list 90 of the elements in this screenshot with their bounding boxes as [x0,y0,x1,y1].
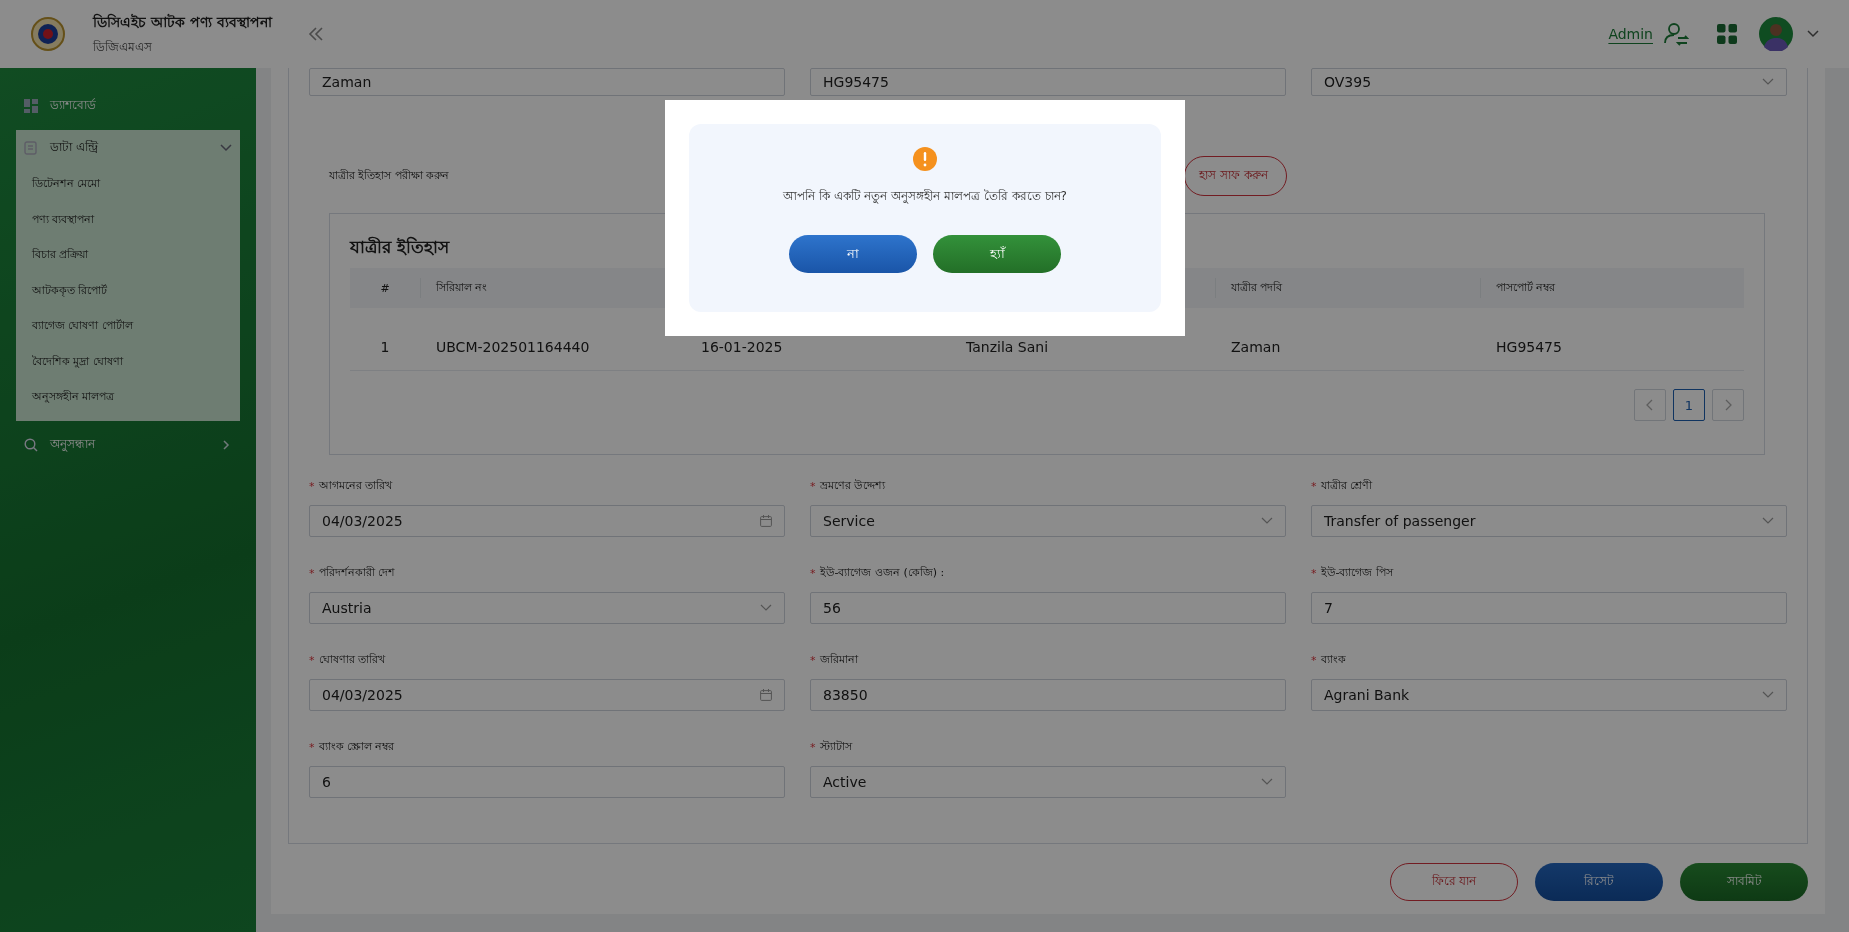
required-mark: * [810,479,816,493]
dialog-message: আপনি কি একটি নতুন অনুসঙ্গহীন মালপত্র তৈরি করতে চান? [783,188,1067,206]
dropdown-icon [1762,517,1774,525]
column-header: # [380,281,390,295]
input-field[interactable]: 7 [1311,592,1787,624]
action-button[interactable]: ফিরে যান [1390,863,1518,901]
required-mark: * [309,566,315,580]
required-mark: * [810,740,816,754]
caret-icon[interactable] [1807,30,1819,38]
sidebar-subitem[interactable]: ব্যাগেজ ঘোষণা পোর্টাল [16,308,133,344]
sidebar-item[interactable]: অনুসন্ধান [0,426,256,463]
table-cell: 16-01-2025 [701,339,783,355]
input-field[interactable]: OV395 [1311,68,1787,96]
dashboard-icon [24,99,38,113]
action-button[interactable]: রিসেট [1535,863,1663,901]
search-icon [24,437,38,452]
field-label: * ভ্রমণের উদ্দেশ্য [810,477,885,495]
sidebar-subitem[interactable]: অনুসঙ্গহীন মালপত্র [16,379,115,415]
input-field[interactable]: 6 [309,766,785,798]
input-field[interactable]: Active [810,766,1286,798]
sidebar-subitem[interactable]: বিচার প্রক্রিয়া [16,237,89,273]
input-field[interactable]: Service [810,505,1286,537]
dropdown-icon [1762,691,1774,699]
action-button[interactable]: সাবমিট [1680,863,1808,901]
calendar-icon [760,515,772,527]
dropdown-icon [760,604,772,612]
avatar[interactable] [1759,17,1793,51]
page-button[interactable]: 1 [1673,389,1705,421]
table-cell: HG95475 [1496,339,1562,355]
sidebar-subitem[interactable]: বৈদেশিক মুদ্রা ঘোষণা [16,343,123,379]
app-subtitle: ডিজিএমএস [93,38,153,56]
required-mark: * [1311,479,1317,493]
sidebar-item[interactable]: ড্যাশবোর্ড [0,88,256,124]
history-check-label: যাত্রীর ইতিহাস পরীক্ষা করুন [329,167,450,184]
sidebar-subitem[interactable]: ডিটেনশন মেমো [16,166,101,202]
dropdown-icon [1261,517,1273,525]
required-mark: * [309,740,315,754]
dialog-button[interactable]: না [789,235,917,273]
table-cell: 1 [380,339,390,355]
field-label: * আগমনের তারিখ [309,477,392,495]
input-field[interactable]: 04/03/2025 [309,505,785,537]
column-header: সিরিয়াল নং [436,279,488,296]
switch-user-icon[interactable] [1663,21,1689,47]
warning-icon [913,147,937,171]
required-mark: * [810,653,816,667]
required-mark: * [1311,566,1317,580]
field-label: * স্ট্যাটাস [810,738,852,756]
field-label: * ইউ-ব্যাগেজ পিস [1311,564,1393,582]
user-link[interactable]: Admin [1608,26,1653,42]
field-label: * ব্যাংক [1311,651,1346,669]
input-field[interactable]: 04/03/2025 [309,679,785,711]
required-mark: * [309,479,315,493]
table-cell: Zaman [1231,339,1281,355]
apps-grid-icon[interactable] [1717,24,1737,44]
history-title: যাত্রীর ইতিহাস [350,235,449,258]
input-field[interactable]: Austria [309,592,785,624]
field-label: * ব্যাংক স্ক্রোল নম্বর [309,738,395,756]
collapse-icon[interactable] [307,27,324,41]
column-header: পাসপোর্ট নম্বর [1496,279,1556,296]
chevron-left-icon [1646,399,1654,411]
clear-history-button[interactable]: হাস সাফ করুন [1184,156,1287,196]
field-label: * ঘোষণার তারিখ [309,651,385,669]
input-field[interactable]: 83850 [810,679,1286,711]
column-header: যাত্রীর পদবি [1231,279,1283,296]
app-title: ডিসিএইচ আটক পণ্য ব্যবস্থাপনা [93,12,272,32]
required-mark: * [1311,653,1317,667]
sidebar-subitem[interactable]: আটককৃত রিপোর্ট [16,272,108,308]
input-field[interactable]: HG95475 [810,68,1286,96]
field-label: * ইউ-ব্যাগেজ ওজন (কেজি) : [810,564,945,582]
field-label: * পরিদর্শনকারী দেশ [309,564,395,582]
input-field[interactable]: Transfer of passenger [1311,505,1787,537]
input-field[interactable]: 56 [810,592,1286,624]
sidebar-item[interactable]: ডাটা এন্ট্রি [16,130,240,166]
dialog-button[interactable]: হ্যাঁ [933,235,1061,273]
chevron-right-icon [1724,399,1732,411]
input-field[interactable]: Agrani Bank [1311,679,1787,711]
input-field[interactable]: Zaman [309,68,785,96]
notes-icon [24,141,38,155]
calendar-icon [760,689,772,701]
chevron-icon [220,144,232,152]
field-label: * যাত্রীর শ্রেণী [1311,477,1372,495]
table-cell: Tanzila Sani [966,339,1049,355]
field-label: * জরিমানা [810,651,858,669]
table-cell: UBCM-202501164440 [436,339,590,355]
dropdown-icon [1261,778,1273,786]
dropdown-icon [1762,78,1774,86]
emblem-logo [30,16,66,52]
required-mark: * [309,653,315,667]
required-mark: * [810,566,816,580]
sidebar-subitem[interactable]: পণ্য ব্যবস্থাপনা [16,201,95,237]
